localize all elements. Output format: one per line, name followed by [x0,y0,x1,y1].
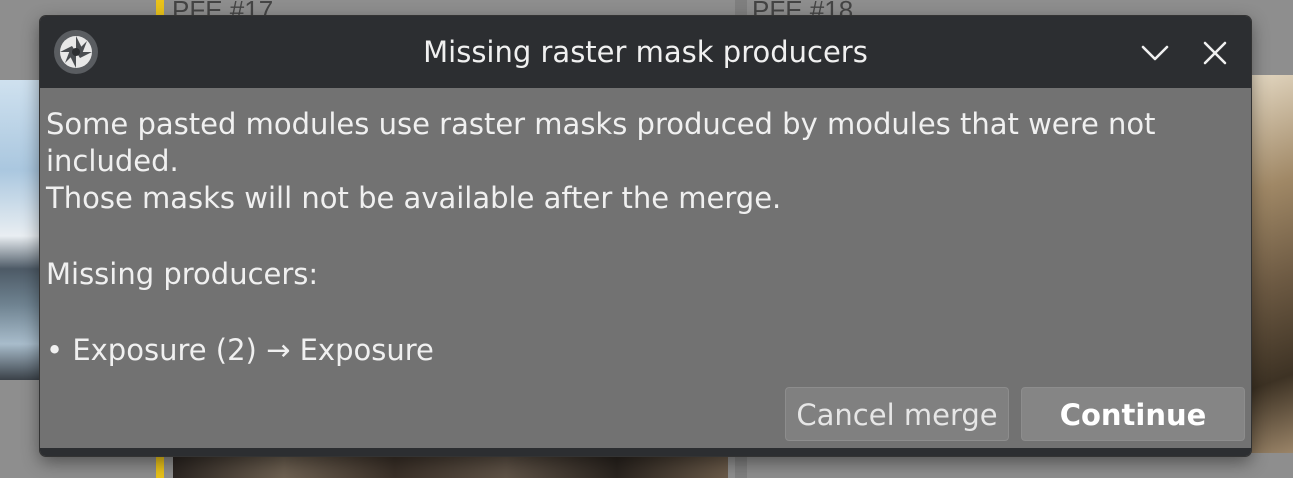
producer-list-item: • Exposure (2) → Exposure [46,333,434,367]
dialog-bottom-border [40,448,1251,456]
dialog-title: Missing raster mask producers [423,35,868,69]
chevron-down-icon[interactable] [1138,36,1172,70]
close-icon[interactable] [1198,36,1232,70]
cancel-merge-button[interactable]: Cancel merge [785,387,1009,441]
thumbnail-image-bottom[interactable] [173,455,728,478]
message-line-2: Those masks will not be available after … [46,181,782,215]
thumbnail-image-right[interactable] [1250,75,1293,453]
producers-heading: Missing producers: [46,257,319,291]
missing-mask-dialog: Missing raster mask producers Some paste… [40,16,1251,456]
dialog-titlebar[interactable]: Missing raster mask producers [40,16,1251,88]
dialog-message: Some pasted modules use raster masks pro… [46,106,1246,369]
thumbnail-image-left[interactable] [0,80,40,380]
continue-button[interactable]: Continue [1021,387,1245,441]
message-line-1: Some pasted modules use raster masks pro… [46,107,1156,178]
